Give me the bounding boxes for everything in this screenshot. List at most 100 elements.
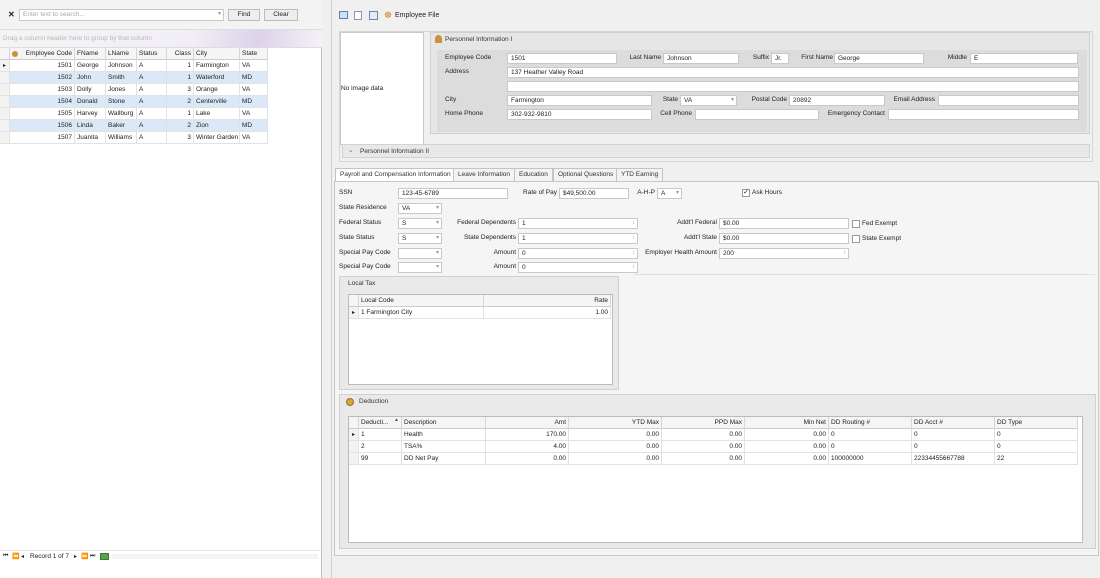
tab-payroll[interactable]: Payroll and Compensation Information [335, 168, 456, 182]
table-cell[interactable]: A [137, 108, 167, 120]
table-cell[interactable]: 1 [359, 429, 402, 441]
ask-hours-checkbox[interactable]: ✓ [742, 189, 750, 197]
column-header[interactable]: Status [137, 48, 167, 60]
table-cell[interactable]: 99 [359, 453, 402, 465]
employee-file-label[interactable]: Employee File [395, 12, 439, 19]
column-header[interactable]: Local Code [359, 295, 484, 307]
state-exempt-checkbox[interactable] [852, 235, 860, 243]
photo-box[interactable]: No image data [340, 32, 424, 145]
table-cell[interactable]: 0.00 [745, 453, 829, 465]
column-header[interactable]: Class [167, 48, 194, 60]
state-field[interactable]: VA [680, 95, 737, 106]
table-cell[interactable]: 1 [167, 60, 194, 72]
rate-of-pay-field[interactable]: $49,500.00 [559, 188, 629, 199]
table-cell[interactable]: 170.00 [486, 429, 569, 441]
clear-button[interactable]: Clear [264, 9, 298, 21]
employer-health-amount-stepper[interactable]: 200 [719, 248, 849, 259]
table-cell[interactable]: 2 [167, 120, 194, 132]
addl-state-field[interactable]: $0.00 [719, 233, 849, 244]
table-cell[interactable]: Centerville [194, 96, 240, 108]
table-row[interactable]: 99 DD Net Pay 0.00 0.00 0.00 0.00 100000000 223… [349, 453, 1082, 465]
table-cell[interactable]: 0.00 [486, 453, 569, 465]
table-cell[interactable]: 3 [167, 84, 194, 96]
column-header[interactable]: Rate [484, 295, 611, 307]
group-panel[interactable]: Drag a column header here to group by th… [0, 30, 322, 48]
table-cell[interactable]: 1501 [10, 60, 75, 72]
table-cell[interactable]: Williams [106, 132, 137, 144]
table-row[interactable]: ▸ 1 Farmington City 1.00 [349, 307, 612, 319]
home-phone-field[interactable]: 302-932-9810 [507, 109, 652, 120]
state-residence-select[interactable]: VA [398, 203, 442, 214]
table-cell[interactable]: Jones [106, 84, 137, 96]
table-cell[interactable]: George [75, 60, 106, 72]
column-header[interactable]: PPD Max [662, 417, 745, 429]
table-cell[interactable]: VA [240, 60, 268, 72]
table-cell[interactable]: 0 [829, 441, 912, 453]
table-cell[interactable]: Donald [75, 96, 106, 108]
special-pay-code-2-select[interactable] [398, 262, 442, 273]
table-cell[interactable]: 0 [912, 429, 995, 441]
table-row[interactable]: 1502 John Smith A 1 Waterford MD [0, 72, 268, 84]
table-row[interactable]: 1507 Juanita Williams A 3 Winter Garden VA [0, 132, 268, 144]
table-row[interactable]: 1505 Harvey Wallburg A 1 Lake VA [0, 108, 268, 120]
table-cell[interactable]: Waterford [194, 72, 240, 84]
table-row[interactable]: 1504 Donald Stone A 2 Centerville MD [0, 96, 268, 108]
table-cell[interactable]: Harvey [75, 108, 106, 120]
table-cell[interactable]: 0.00 [745, 441, 829, 453]
table-cell[interactable]: VA [240, 84, 268, 96]
special-pay-code-1-select[interactable] [398, 248, 442, 259]
employee-file-icon[interactable]: ☸ [384, 10, 392, 21]
table-cell[interactable]: Smith [106, 72, 137, 84]
state-dependents-stepper[interactable]: 1 [518, 233, 638, 244]
table-cell[interactable]: Dolly [75, 84, 106, 96]
table-cell[interactable]: Health [402, 429, 486, 441]
state-status-select[interactable]: S [398, 233, 442, 244]
table-cell[interactable]: Farmington [194, 60, 240, 72]
table-cell[interactable]: 1506 [10, 120, 75, 132]
tab-ytd-earning[interactable]: YTD Earning [616, 168, 664, 181]
column-header[interactable]: DD Type [995, 417, 1078, 429]
personnel-info-2-bar[interactable]: ⌄ Personnel Information II [342, 144, 1090, 158]
table-cell[interactable]: Linda [75, 120, 106, 132]
table-cell[interactable]: 1 [167, 72, 194, 84]
table-cell[interactable]: VA [240, 132, 268, 144]
table-cell[interactable]: 22 [995, 453, 1078, 465]
address-line2-field[interactable] [507, 81, 1079, 92]
next-page-icon[interactable]: ⏩ [81, 553, 88, 560]
table-cell[interactable]: A [137, 72, 167, 84]
amount-2-stepper[interactable]: 0 [518, 262, 638, 273]
cell-phone-field[interactable] [695, 109, 819, 120]
table-cell[interactable]: 2 [359, 441, 402, 453]
tab-optional-questions[interactable]: Optional Questions [553, 168, 619, 181]
column-header[interactable]: Employee Code [10, 48, 75, 60]
document-icon[interactable] [354, 11, 362, 20]
table-cell[interactable]: 3 [167, 132, 194, 144]
address-line1-field[interactable]: 137 Heather Valley Road [507, 67, 1079, 78]
column-header[interactable]: DD Routing # [829, 417, 912, 429]
table-cell[interactable]: TSA% [402, 441, 486, 453]
table-row[interactable]: 1503 Dolly Jones A 3 Orange VA [0, 84, 268, 96]
table-cell[interactable]: 0.00 [662, 453, 745, 465]
federal-status-select[interactable]: S [398, 218, 442, 229]
ssn-field[interactable]: 123-45-6789 [398, 188, 508, 199]
table-cell[interactable]: 0 [912, 441, 995, 453]
tab-leave[interactable]: Leave Information [453, 168, 516, 181]
email-field[interactable] [938, 95, 1079, 106]
table-cell[interactable]: 4.00 [486, 441, 569, 453]
table-cell[interactable]: 1.00 [484, 307, 611, 319]
find-button[interactable]: Find [228, 9, 260, 21]
emergency-contact-field[interactable] [888, 109, 1079, 120]
image-icon[interactable] [339, 11, 348, 19]
table-cell[interactable]: Baker [106, 120, 137, 132]
table-cell[interactable]: 1507 [10, 132, 75, 144]
table-cell[interactable]: Zion [194, 120, 240, 132]
federal-dependents-stepper[interactable]: 1 [518, 218, 638, 229]
table-cell[interactable]: 0.00 [569, 441, 662, 453]
suffix-field[interactable]: Jr. [771, 53, 789, 64]
table-cell[interactable]: Orange [194, 84, 240, 96]
table-cell[interactable]: A [137, 132, 167, 144]
table-cell[interactable]: 0.00 [662, 441, 745, 453]
postal-code-field[interactable]: 20892 [789, 95, 885, 106]
column-header[interactable]: Amt [486, 417, 569, 429]
table-cell[interactable]: Stone [106, 96, 137, 108]
